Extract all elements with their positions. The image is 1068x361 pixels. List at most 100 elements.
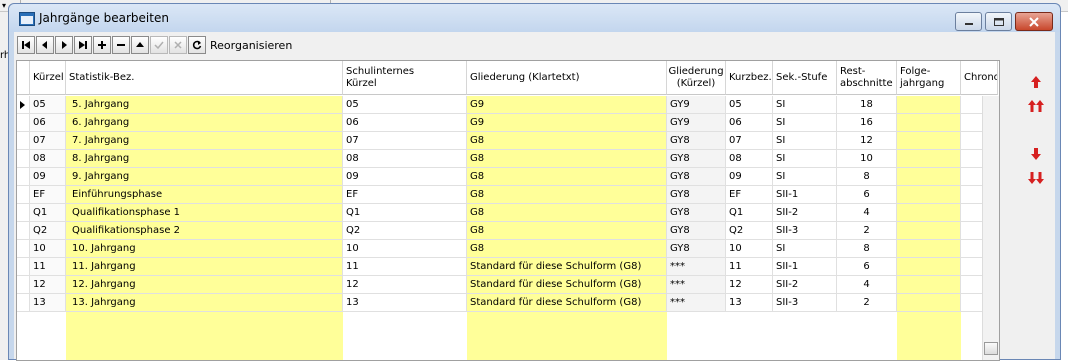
cell-gliederung-text[interactable]: G9 (467, 114, 667, 132)
cell-kuerzel[interactable]: Q2 (30, 222, 66, 240)
header-kurzbez[interactable]: Kurzbez. (726, 61, 773, 95)
row-indicator[interactable] (17, 150, 30, 168)
cell-sek[interactable]: SII-1 (773, 258, 837, 276)
cell-gliederung-kurz[interactable]: GY8 (667, 132, 726, 150)
cell-gliederung-text[interactable]: Standard für diese Schulform (G8) (467, 276, 667, 294)
cell-kuerzel[interactable]: 07 (30, 132, 66, 150)
header-statistik[interactable]: Statistik-Bez. (66, 61, 343, 95)
cell-statistik[interactable]: 10. Jahrgang (66, 240, 343, 258)
row-indicator[interactable] (17, 258, 30, 276)
cell-kurzbez[interactable]: Q1 (726, 204, 773, 222)
cell-kurzbez[interactable]: 08 (726, 150, 773, 168)
cell-gliederung-kurz[interactable]: GY8 (667, 222, 726, 240)
cell-sek[interactable]: SII-2 (773, 276, 837, 294)
move-top-button[interactable] (1026, 96, 1046, 116)
row-indicator[interactable] (17, 240, 30, 258)
cell-kurzbez[interactable]: 05 (726, 96, 773, 114)
cell-kurzbez[interactable]: 12 (726, 276, 773, 294)
cell-rest[interactable]: 2 (837, 222, 897, 240)
cell-folge[interactable] (897, 240, 961, 258)
row-indicator[interactable] (17, 168, 30, 186)
cell-kurzbez[interactable]: 11 (726, 258, 773, 276)
row-indicator[interactable] (17, 132, 30, 150)
cell-rest[interactable]: 8 (837, 240, 897, 258)
cell-kurzbez[interactable]: Q2 (726, 222, 773, 240)
edit-button[interactable] (131, 36, 149, 54)
cell-sek[interactable]: SI (773, 240, 837, 258)
cell-gliederung-text[interactable]: G8 (467, 222, 667, 240)
cell-kuerzel[interactable]: 13 (30, 294, 66, 312)
cell-gliederung-text[interactable]: G8 (467, 132, 667, 150)
cancel-edit-button[interactable] (169, 36, 187, 54)
cell-gliederung-text[interactable]: G8 (467, 186, 667, 204)
cell-rest[interactable]: 16 (837, 114, 897, 132)
cell-kuerzel[interactable]: 12 (30, 276, 66, 294)
cell-schulintern[interactable]: 06 (343, 114, 467, 132)
cell-schulintern[interactable]: 07 (343, 132, 467, 150)
cell-schulintern[interactable]: 05 (343, 96, 467, 114)
scrollbar-thumb[interactable] (984, 342, 998, 355)
cell-kuerzel[interactable]: EF (30, 186, 66, 204)
cell-sek[interactable]: SII-2 (773, 204, 837, 222)
cell-folge[interactable] (897, 276, 961, 294)
cell-schulintern[interactable]: 12 (343, 276, 467, 294)
maximize-button[interactable] (985, 12, 1012, 31)
cell-gliederung-kurz[interactable]: GY8 (667, 204, 726, 222)
row-indicator[interactable] (17, 96, 30, 114)
cell-gliederung-kurz[interactable]: *** (667, 276, 726, 294)
cell-sek[interactable]: SII-1 (773, 186, 837, 204)
cell-folge[interactable] (897, 204, 961, 222)
cell-statistik[interactable]: 5. Jahrgang (66, 96, 343, 114)
cell-gliederung-text[interactable]: G8 (467, 150, 667, 168)
cell-folge[interactable] (897, 186, 961, 204)
cell-kuerzel[interactable]: 11 (30, 258, 66, 276)
cell-kuerzel[interactable]: 08 (30, 150, 66, 168)
cell-folge[interactable] (897, 168, 961, 186)
row-indicator[interactable] (17, 276, 30, 294)
insert-button[interactable] (93, 36, 111, 54)
cell-kurzbez[interactable]: 10 (726, 240, 773, 258)
post-button[interactable] (150, 36, 168, 54)
row-indicator[interactable] (17, 204, 30, 222)
cell-statistik[interactable]: Einführungsphase (66, 186, 343, 204)
row-indicator[interactable] (17, 222, 30, 240)
next-record-button[interactable] (55, 36, 73, 54)
cell-kuerzel[interactable]: 06 (30, 114, 66, 132)
cell-statistik[interactable]: 13. Jahrgang (66, 294, 343, 312)
cell-schulintern[interactable]: 10 (343, 240, 467, 258)
cell-gliederung-kurz[interactable]: GY8 (667, 240, 726, 258)
cell-folge[interactable] (897, 96, 961, 114)
cell-folge[interactable] (897, 132, 961, 150)
row-indicator[interactable] (17, 294, 30, 312)
cell-statistik[interactable]: 7. Jahrgang (66, 132, 343, 150)
cell-schulintern[interactable]: Q1 (343, 204, 467, 222)
cell-kurzbez[interactable]: 13 (726, 294, 773, 312)
cell-schulintern[interactable]: 13 (343, 294, 467, 312)
cell-statistik[interactable]: 11. Jahrgang (66, 258, 343, 276)
cell-gliederung-kurz[interactable]: GY8 (667, 150, 726, 168)
header-folge[interactable]: Folge- jahrgang (897, 61, 961, 95)
cell-kuerzel[interactable]: 05 (30, 96, 66, 114)
header-schulintern[interactable]: Schulinternes Kürzel (343, 61, 467, 95)
refresh-button[interactable] (188, 36, 206, 54)
cell-kurzbez[interactable]: 09 (726, 168, 773, 186)
cell-gliederung-kurz[interactable]: GY8 (667, 186, 726, 204)
cell-rest[interactable]: 18 (837, 96, 897, 114)
cell-schulintern[interactable]: 11 (343, 258, 467, 276)
cell-sek[interactable]: SI (773, 132, 837, 150)
prev-record-button[interactable] (36, 36, 54, 54)
cell-kuerzel[interactable]: 09 (30, 168, 66, 186)
cell-gliederung-kurz[interactable]: GY9 (667, 96, 726, 114)
cell-sek[interactable]: SI (773, 96, 837, 114)
first-record-button[interactable] (17, 36, 35, 54)
delete-button[interactable] (112, 36, 130, 54)
cell-folge[interactable] (897, 258, 961, 276)
cell-schulintern[interactable]: EF (343, 186, 467, 204)
cell-kurzbez[interactable]: 07 (726, 132, 773, 150)
reorganize-label[interactable]: Reorganisieren (210, 39, 292, 52)
cell-rest[interactable]: 8 (837, 168, 897, 186)
header-gliederung-text[interactable]: Gliederung (Klartetxt) (467, 61, 667, 95)
cell-gliederung-text[interactable]: Standard für diese Schulform (G8) (467, 258, 667, 276)
cell-folge[interactable] (897, 222, 961, 240)
header-gliederung-kurz[interactable]: Gliederung (Kürzel) (667, 61, 726, 95)
